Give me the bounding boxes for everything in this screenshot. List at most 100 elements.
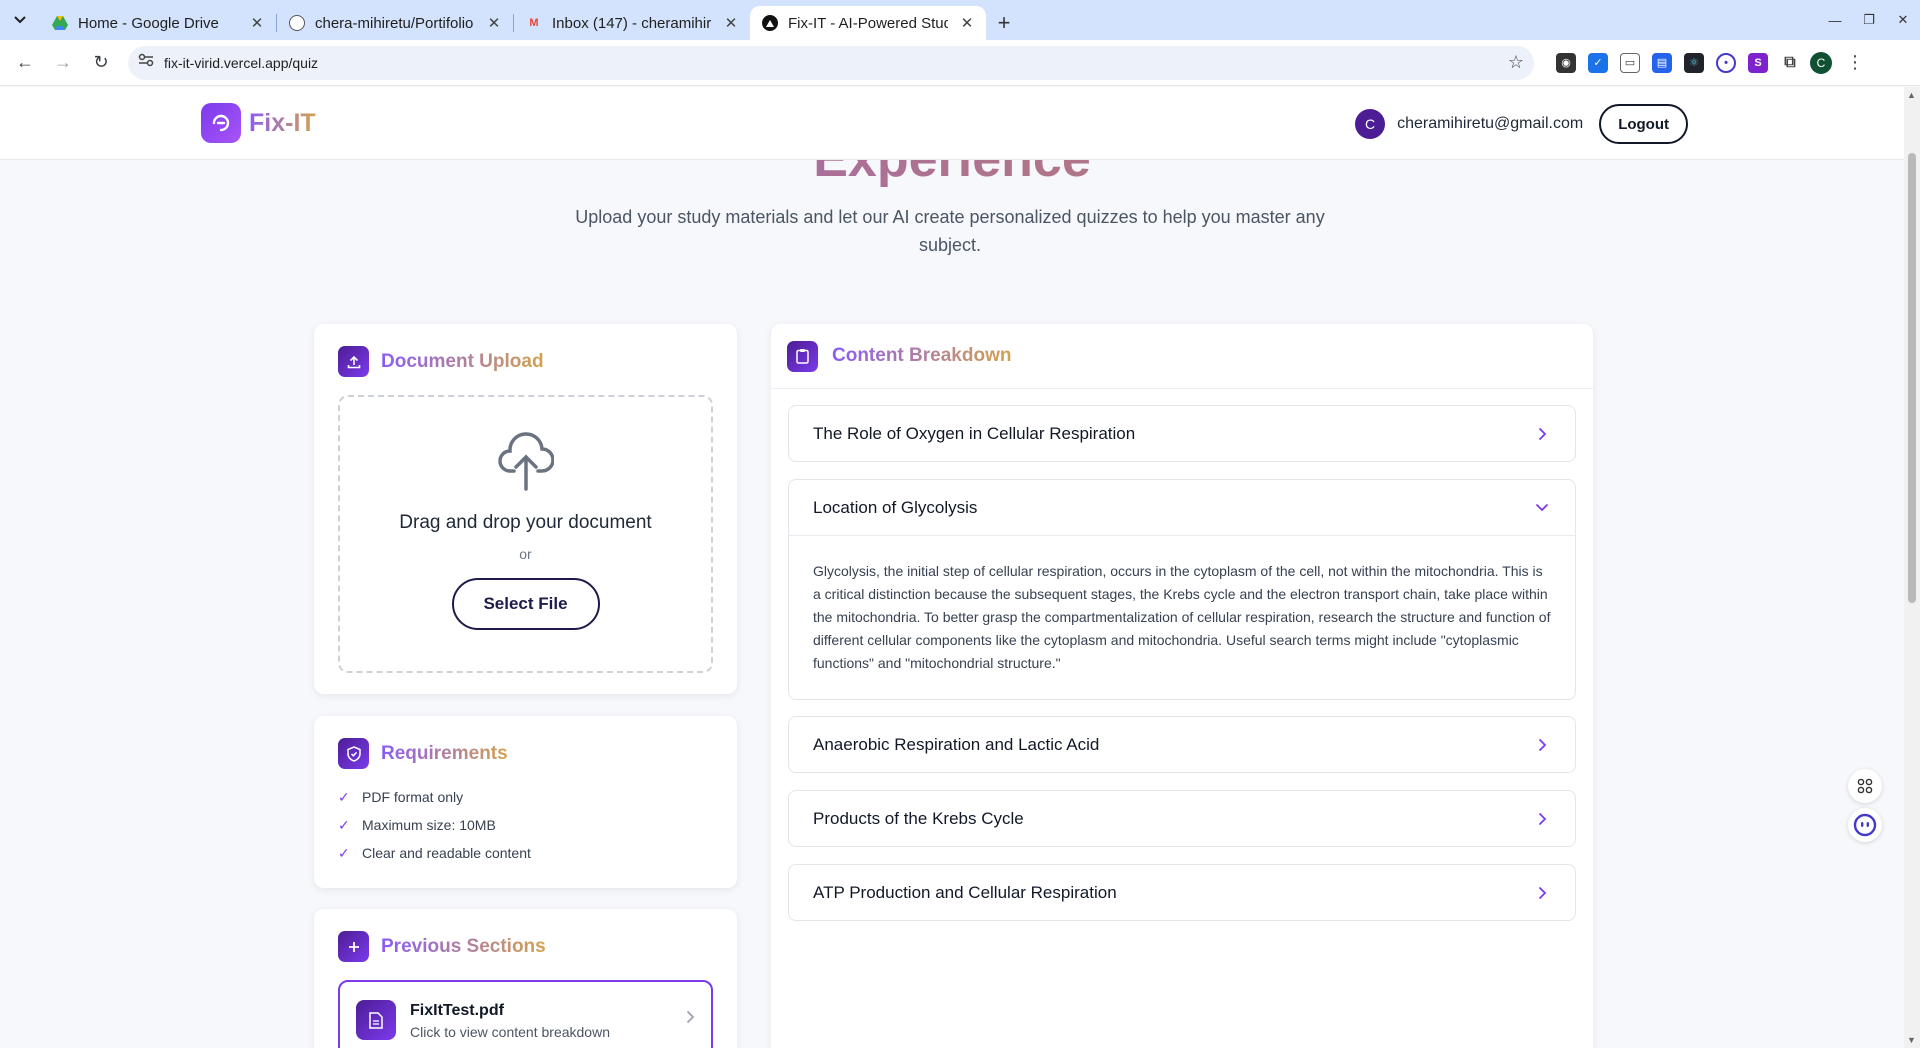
select-file-button[interactable]: Select File xyxy=(451,578,600,630)
google-drive-icon xyxy=(52,15,68,31)
bookmark-star-icon[interactable]: ☆ xyxy=(1508,52,1524,73)
browser-tab-gmail[interactable]: M Inbox (147) - cheramihire ✕ xyxy=(514,6,750,40)
browser-toolbar: ← → ↻ fix-it-virid.vercel.app/quiz ☆ ◉ ✓… xyxy=(0,40,1920,86)
accordion-header[interactable]: Location of Glycolysis xyxy=(789,480,1575,535)
brand-logo-link[interactable]: Fix-IT xyxy=(201,103,316,143)
previous-section-item[interactable]: FixItTest.pdf Click to view content brea… xyxy=(338,980,713,1048)
accordion-header[interactable]: ATP Production and Cellular Respiration xyxy=(789,865,1575,920)
chevron-right-icon xyxy=(1533,736,1551,754)
document-upload-card: Document Upload Drag and drop your docum… xyxy=(314,324,737,694)
clipboard-icon xyxy=(787,340,818,372)
accordion-item[interactable]: Anaerobic Respiration and Lactic Acid xyxy=(788,716,1576,773)
vercel-icon xyxy=(762,15,778,31)
accordion-title: Location of Glycolysis xyxy=(813,497,978,517)
browser-menu-icon[interactable]: ⋮ xyxy=(1846,52,1864,73)
accordion-item[interactable]: The Role of Oxygen in Cellular Respirati… xyxy=(788,405,1576,462)
react-devtools-icon[interactable]: ⚛ xyxy=(1684,52,1704,73)
tab-title: chera-mihiretu/Portifolio xyxy=(315,14,474,32)
requirement-text: Clear and readable content xyxy=(362,845,531,861)
accordion-item-expanded[interactable]: Location of Glycolysis Glycolysis, the i… xyxy=(788,479,1576,700)
browser-tab-github[interactable]: chera-mihiretu/Portifolio ✕ xyxy=(277,6,513,40)
new-tab-button[interactable]: + xyxy=(986,6,1022,40)
glasses-extension-icon[interactable]: ◉ xyxy=(1556,52,1576,73)
scrollbar-thumb[interactable] xyxy=(1908,153,1916,603)
check-icon: ✓ xyxy=(338,816,350,833)
s-extension-icon[interactable]: S xyxy=(1748,52,1768,73)
requirements-card: Requirements ✓ PDF format only ✓ Maximum s… xyxy=(314,716,737,888)
url-text[interactable]: fix-it-virid.vercel.app/quiz xyxy=(164,55,1498,71)
browser-tab-drive[interactable]: Home - Google Drive ✕ xyxy=(40,6,276,40)
chevron-right-icon xyxy=(1533,810,1551,828)
browser-tabbar: Home - Google Drive ✕ chera-mihiretu/Por… xyxy=(0,0,1920,40)
accordion-header[interactable]: The Role of Oxygen in Cellular Respirati… xyxy=(789,406,1575,461)
accordion-header[interactable]: Anaerobic Respiration and Lactic Acid xyxy=(789,717,1575,772)
previous-sections-card: Previous Sections FixItTest.pdf Click to… xyxy=(314,909,737,1048)
grid-widget-icon[interactable] xyxy=(1848,769,1882,803)
user-avatar: C xyxy=(1355,109,1386,139)
extensions-bar: ◉ ✓ ▭ ▤ ⚛ • S ⧉ xyxy=(1556,52,1800,73)
requirements-list: ✓ PDF format only ✓ Maximum size: 10MB ✓ Cl… xyxy=(338,783,713,867)
tab-search-icon[interactable] xyxy=(0,0,40,40)
window-controls: — ❐ ✕ xyxy=(1818,0,1920,40)
tab-title: Inbox (147) - cheramihire xyxy=(552,14,712,32)
user-email: cheramihiretu@gmail.com xyxy=(1397,115,1584,132)
logout-button[interactable]: Logout xyxy=(1599,104,1688,144)
profile-avatar[interactable]: C xyxy=(1810,51,1832,74)
shield-extension-icon[interactable]: ✓ xyxy=(1588,52,1608,73)
close-tab-icon[interactable]: ✕ xyxy=(958,14,976,32)
dropzone-or: or xyxy=(519,546,532,562)
clipboard-extension-icon[interactable]: ▤ xyxy=(1652,52,1672,73)
hero-subtitle: Upload your study materials and let our … xyxy=(575,207,1325,255)
accordion-title: The Role of Oxygen in Cellular Respirati… xyxy=(813,423,1136,443)
requirement-item: ✓ Maximum size: 10MB xyxy=(338,811,713,839)
minimize-icon[interactable]: — xyxy=(1818,0,1852,40)
accordion-item[interactable]: ATP Production and Cellular Respiration xyxy=(788,864,1576,921)
check-icon: ✓ xyxy=(338,844,350,861)
upload-icon xyxy=(338,346,369,377)
accordion-header[interactable]: Products of the Krebs Cycle xyxy=(789,791,1575,846)
assistant-bot-icon[interactable] xyxy=(1848,808,1882,842)
puzzle-extensions-icon[interactable]: ⧉ xyxy=(1780,52,1800,73)
github-icon xyxy=(289,15,305,31)
requirement-item: ✓ PDF format only xyxy=(338,783,713,811)
fixit-logo-icon xyxy=(201,103,241,143)
close-tab-icon[interactable]: ✕ xyxy=(248,14,266,32)
gmail-icon: M xyxy=(529,17,539,29)
scroll-up-icon[interactable]: ▲ xyxy=(1907,90,1916,100)
restore-icon[interactable]: ❐ xyxy=(1852,0,1886,40)
requirement-text: PDF format only xyxy=(362,789,464,805)
window-extension-icon[interactable]: ▭ xyxy=(1620,52,1640,73)
requirement-item: ✓ Clear and readable content xyxy=(338,839,713,867)
scroll-down-icon[interactable]: ▼ xyxy=(1907,1035,1916,1045)
cloud-upload-icon xyxy=(497,431,555,496)
address-bar[interactable]: fix-it-virid.vercel.app/quiz ☆ xyxy=(128,45,1534,80)
tab-title: Fix-IT - AI-Powered Stud xyxy=(788,14,948,32)
previous-sections-title: Previous Sections xyxy=(381,935,546,957)
accordion-item[interactable]: Products of the Krebs Cycle xyxy=(788,790,1576,847)
forward-icon[interactable]: → xyxy=(46,46,80,80)
reload-icon[interactable]: ↻ xyxy=(84,46,118,80)
chevron-down-icon xyxy=(1533,499,1551,517)
shield-check-icon xyxy=(338,738,369,769)
close-tab-icon[interactable]: ✕ xyxy=(722,14,740,32)
back-icon[interactable]: ← xyxy=(8,46,42,80)
previous-file-name: FixItTest.pdf xyxy=(410,1002,504,1019)
plus-icon xyxy=(338,931,369,962)
accordion-title: Anaerobic Respiration and Lactic Acid xyxy=(813,734,1100,754)
tab-title: Home - Google Drive xyxy=(78,14,219,32)
close-tab-icon[interactable]: ✕ xyxy=(485,14,503,32)
previous-file-hint: Click to view content breakdown xyxy=(410,1024,610,1040)
dropzone[interactable]: Drag and drop your document or Select Fi… xyxy=(338,395,713,673)
content-breakdown-card: Content Breakdown The Role of Oxygen in … xyxy=(771,324,1593,1048)
requirements-title: Requirements xyxy=(381,742,508,764)
chevron-right-icon xyxy=(1533,884,1551,902)
close-window-icon[interactable]: ✕ xyxy=(1886,0,1920,40)
page-scrollbar[interactable]: ▲ ▼ xyxy=(1904,87,1920,1048)
site-info-icon[interactable] xyxy=(138,53,154,72)
chevron-right-icon xyxy=(686,1010,695,1029)
content-breakdown-title: Content Breakdown xyxy=(832,345,1012,366)
bot-extension-icon[interactable]: • xyxy=(1716,52,1736,73)
browser-tab-fixit[interactable]: Fix-IT - AI-Powered Stud ✕ xyxy=(750,6,986,40)
document-icon xyxy=(356,1000,396,1040)
check-icon: ✓ xyxy=(338,788,350,805)
